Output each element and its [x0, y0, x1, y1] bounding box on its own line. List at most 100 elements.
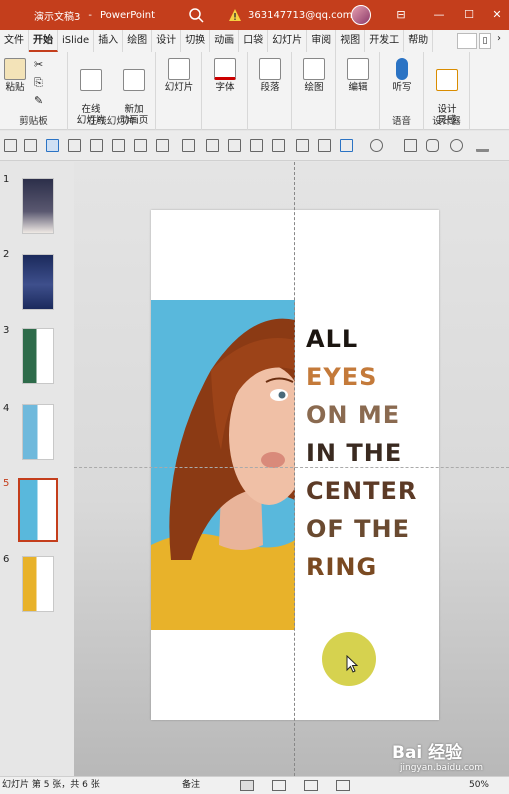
- tab-insert[interactable]: 插入: [94, 30, 124, 52]
- align-bottom-icon[interactable]: [112, 139, 125, 152]
- watermark-logo: Bai 经验: [392, 743, 463, 763]
- fill-color-icon[interactable]: [476, 139, 489, 152]
- thumb-number: 1: [3, 174, 10, 185]
- slide-thumbnail-2[interactable]: [22, 254, 54, 310]
- slide-editing-canvas[interactable]: ALL EYES ON ME IN THE CENTER OF THE RING: [74, 162, 509, 776]
- maximize-icon[interactable]: ☐: [460, 6, 478, 24]
- tab-help[interactable]: 帮助: [404, 30, 434, 52]
- copy-icon[interactable]: ⎘: [34, 76, 43, 90]
- slide-sorter-icon[interactable]: [272, 780, 286, 791]
- portrait-image: [151, 300, 295, 630]
- horizontal-guide[interactable]: [74, 467, 509, 468]
- tab-developer[interactable]: 开发工: [365, 30, 405, 52]
- paragraph-icon: [259, 58, 281, 80]
- align-left-icon[interactable]: [68, 139, 81, 152]
- paragraph-button[interactable]: 段落: [251, 58, 289, 93]
- mouse-cursor-icon: [346, 655, 359, 673]
- quick-toolbar: [0, 131, 509, 161]
- tab-draw[interactable]: 绘图: [123, 30, 153, 52]
- slide-thumbnail-3[interactable]: [22, 328, 54, 384]
- tab-slideshow[interactable]: 幻灯片: [268, 30, 308, 52]
- current-slide[interactable]: ALL EYES ON ME IN THE CENTER OF THE RING: [151, 210, 439, 720]
- paragraph-group: 段落: [248, 52, 292, 130]
- zoom-level[interactable]: 50%: [469, 777, 489, 794]
- portrait-photo[interactable]: [151, 300, 295, 630]
- vertical-guide[interactable]: [294, 162, 295, 776]
- slide-thumbnail-1[interactable]: [22, 178, 54, 234]
- ribbon-display-icon[interactable]: ⊟: [392, 6, 410, 24]
- font-button[interactable]: 字体: [206, 58, 244, 93]
- slides-label: 幻灯片: [164, 82, 194, 93]
- tab-design[interactable]: 设计: [152, 30, 182, 52]
- slides-button[interactable]: 幻灯片: [160, 58, 198, 93]
- tab-islide[interactable]: iSlide: [58, 30, 95, 52]
- slide-thumbnail-4[interactable]: [22, 404, 54, 460]
- designer-group: 设计 灵感 设计器: [424, 52, 470, 130]
- tab-pocket[interactable]: 口袋: [239, 30, 269, 52]
- align-top-icon[interactable]: [134, 139, 147, 152]
- thumb-number: 4: [3, 403, 10, 414]
- headline-line: RING: [306, 553, 378, 581]
- search-icon[interactable]: [188, 7, 204, 23]
- avatar[interactable]: [351, 5, 371, 25]
- headline-line: ON ME: [306, 401, 401, 429]
- warning-icon[interactable]: [228, 8, 242, 22]
- rounded-rectangle-icon[interactable]: [426, 139, 439, 152]
- thumb-number: 6: [3, 554, 10, 565]
- tab-view[interactable]: 视图: [336, 30, 366, 52]
- bring-forward-icon[interactable]: [296, 139, 309, 152]
- thumb-number: 2: [3, 249, 10, 260]
- shape-format-icon[interactable]: [370, 139, 383, 152]
- minimize-icon[interactable]: —: [430, 6, 448, 24]
- dictate-button[interactable]: 听写: [383, 58, 421, 93]
- close-icon[interactable]: ✕: [488, 6, 506, 24]
- merge-shapes-icon[interactable]: [340, 139, 353, 152]
- normal-view-icon[interactable]: [240, 780, 254, 791]
- eraser-icon[interactable]: [4, 139, 17, 152]
- account-name[interactable]: 363147713@qq.com: [248, 10, 353, 21]
- paste-button[interactable]: 粘贴: [2, 58, 28, 93]
- format-painter-icon[interactable]: ✎: [34, 94, 43, 107]
- slideshow-icon[interactable]: [336, 780, 350, 791]
- font-label: 字体: [215, 82, 235, 93]
- online-group-label: 在线幻灯片: [87, 116, 136, 127]
- drawing-label: 绘图: [304, 82, 324, 93]
- notes-button[interactable]: 备注: [182, 777, 200, 794]
- editing-button[interactable]: 编辑: [339, 58, 377, 93]
- tab-home[interactable]: 开始: [29, 30, 58, 52]
- slide-thumbnail-5[interactable]: [18, 478, 58, 542]
- ungroup-icon[interactable]: [272, 139, 285, 152]
- comments-button[interactable]: ▯: [479, 33, 491, 49]
- reading-view-icon[interactable]: [304, 780, 318, 791]
- distribute-vertical-icon[interactable]: [228, 139, 241, 152]
- more-tabs-icon[interactable]: ›: [497, 33, 507, 49]
- tab-transitions[interactable]: 切换: [181, 30, 211, 52]
- slide-thumbnail-6[interactable]: [22, 556, 54, 612]
- tab-animations[interactable]: 动画: [210, 30, 240, 52]
- lock-icon[interactable]: [24, 139, 37, 152]
- tab-file[interactable]: 文件: [0, 30, 29, 52]
- magnifier-icon: [347, 58, 369, 80]
- online-slides-group: 在线 幻灯片 新加 动画页 在线幻灯片: [68, 52, 156, 130]
- slides-group: 幻灯片: [156, 52, 202, 130]
- drawing-icon: [303, 58, 325, 80]
- cut-icon[interactable]: ✂: [34, 58, 43, 71]
- microphone-icon: [396, 58, 408, 80]
- select-pane-icon[interactable]: [46, 139, 59, 152]
- rectangle-icon[interactable]: [404, 139, 417, 152]
- ellipse-icon[interactable]: [450, 139, 463, 152]
- align-center-icon[interactable]: [156, 139, 169, 152]
- drawing-button[interactable]: 绘图: [295, 58, 333, 93]
- new-animation-icon: [123, 69, 145, 91]
- align-middle-icon[interactable]: [206, 139, 219, 152]
- voice-group: 听写 语音: [380, 52, 424, 130]
- align-right-icon[interactable]: [90, 139, 103, 152]
- tab-review[interactable]: 审阅: [307, 30, 337, 52]
- voice-group-label: 语音: [391, 116, 411, 127]
- ribbon: 粘贴 ✂ ⎘ ✎ 剪贴板 在线 幻灯片 新加 动画页 在线幻灯片 幻灯片 字体 …: [0, 52, 509, 130]
- group-icon[interactable]: [250, 139, 263, 152]
- slide-headline[interactable]: ALL EYES ON ME IN THE CENTER OF THE RING: [306, 320, 417, 586]
- share-button[interactable]: [457, 33, 477, 49]
- distribute-horizontal-icon[interactable]: [182, 139, 195, 152]
- send-backward-icon[interactable]: [318, 139, 331, 152]
